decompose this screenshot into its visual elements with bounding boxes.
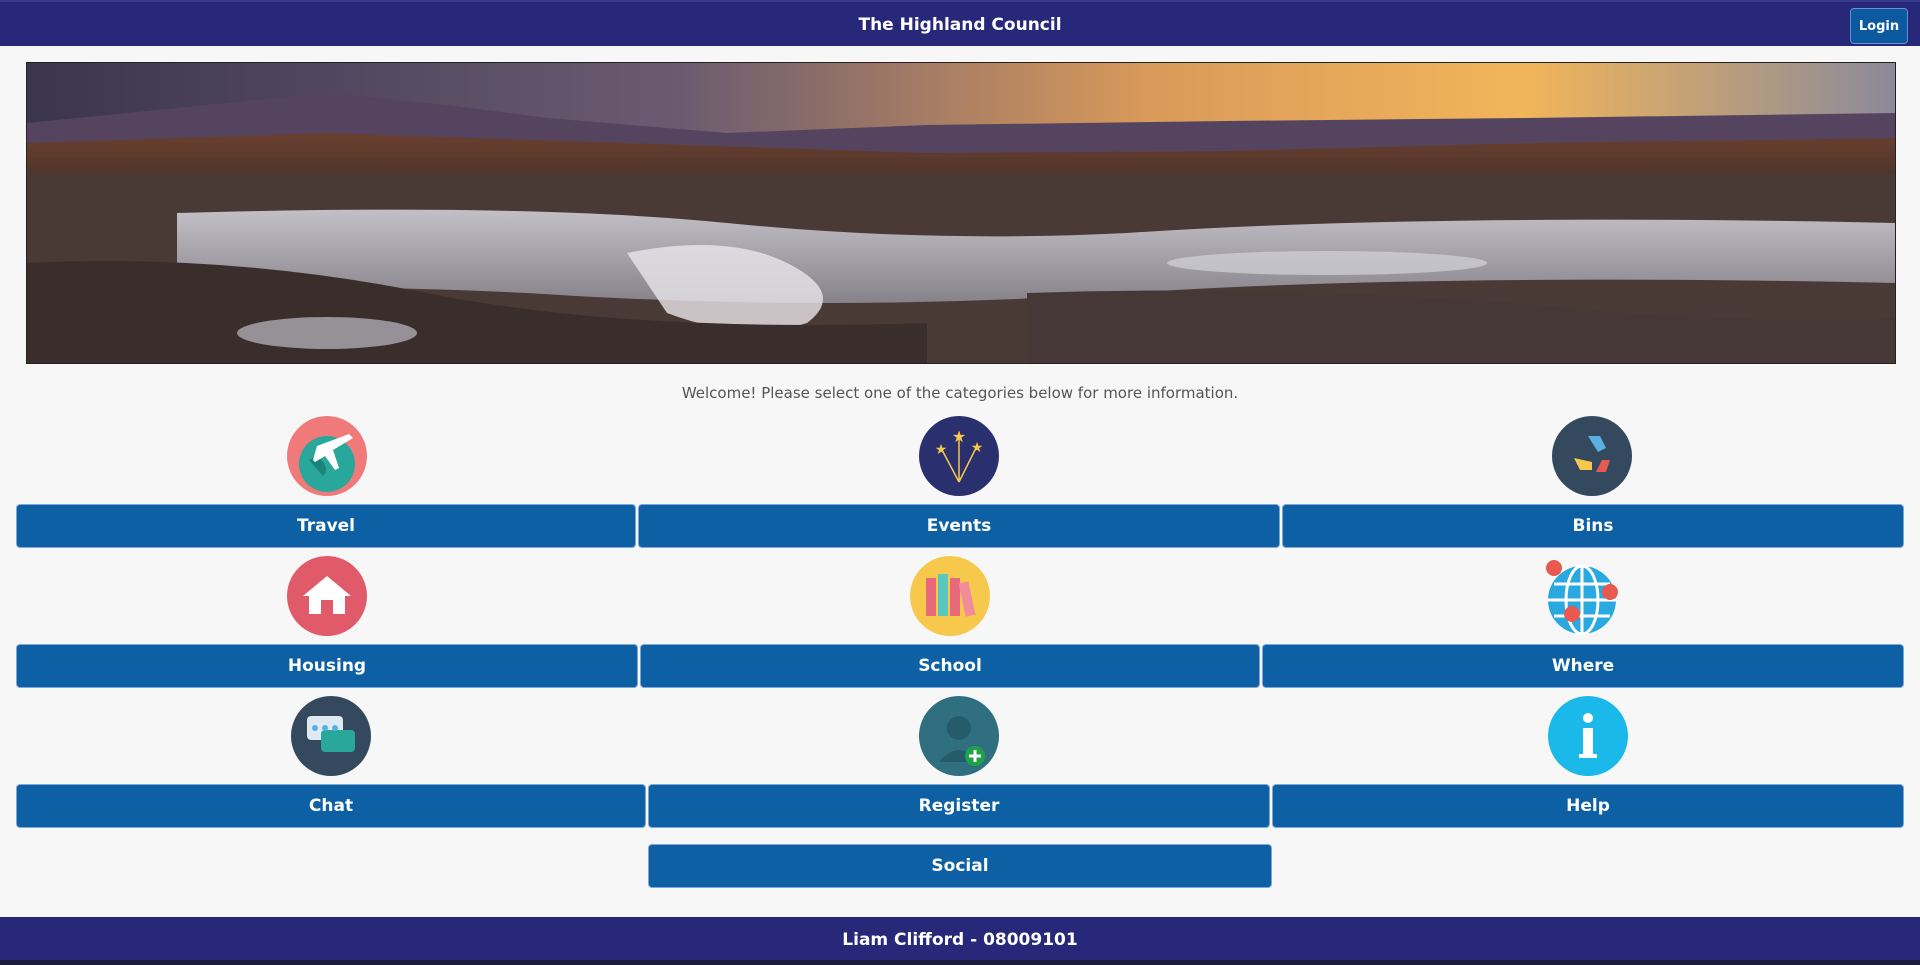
svg-text:★: ★	[952, 427, 966, 446]
social-button[interactable]: Social	[648, 844, 1272, 888]
add-user-icon	[919, 696, 999, 776]
help-button[interactable]: Help	[1272, 784, 1904, 828]
login-button[interactable]: Login	[1850, 8, 1908, 44]
housing-button[interactable]: Housing	[16, 644, 638, 688]
school-button[interactable]: School	[640, 644, 1260, 688]
recycle-icon	[1552, 416, 1632, 496]
hero-banner-image	[26, 62, 1896, 364]
welcome-message: Welcome! Please select one of the catego…	[681, 384, 1239, 402]
info-icon	[1548, 696, 1628, 776]
bins-button[interactable]: Bins	[1282, 504, 1904, 548]
page-title: The Highland Council	[858, 15, 1062, 35]
footer-strip	[0, 960, 1920, 965]
svg-text:★: ★	[971, 440, 984, 456]
travel-button[interactable]: Travel	[16, 504, 636, 548]
register-button[interactable]: Register	[648, 784, 1270, 828]
svg-text:★: ★	[935, 442, 948, 458]
house-icon	[287, 556, 367, 636]
fireworks-icon: ★ ★ ★	[919, 416, 999, 496]
globe-pins-icon	[1542, 556, 1622, 636]
books-icon	[910, 556, 990, 636]
chat-button[interactable]: Chat	[16, 784, 646, 828]
footer: Liam Clifford - 08009101	[0, 917, 1920, 965]
where-button[interactable]: Where	[1262, 644, 1904, 688]
travel-globe-plane-icon	[287, 416, 367, 496]
chat-bubbles-icon	[291, 696, 371, 776]
top-bar: The Highland Council Login	[0, 0, 1920, 46]
events-button[interactable]: Events	[638, 504, 1280, 548]
footer-credit: Liam Clifford - 08009101	[842, 930, 1078, 950]
